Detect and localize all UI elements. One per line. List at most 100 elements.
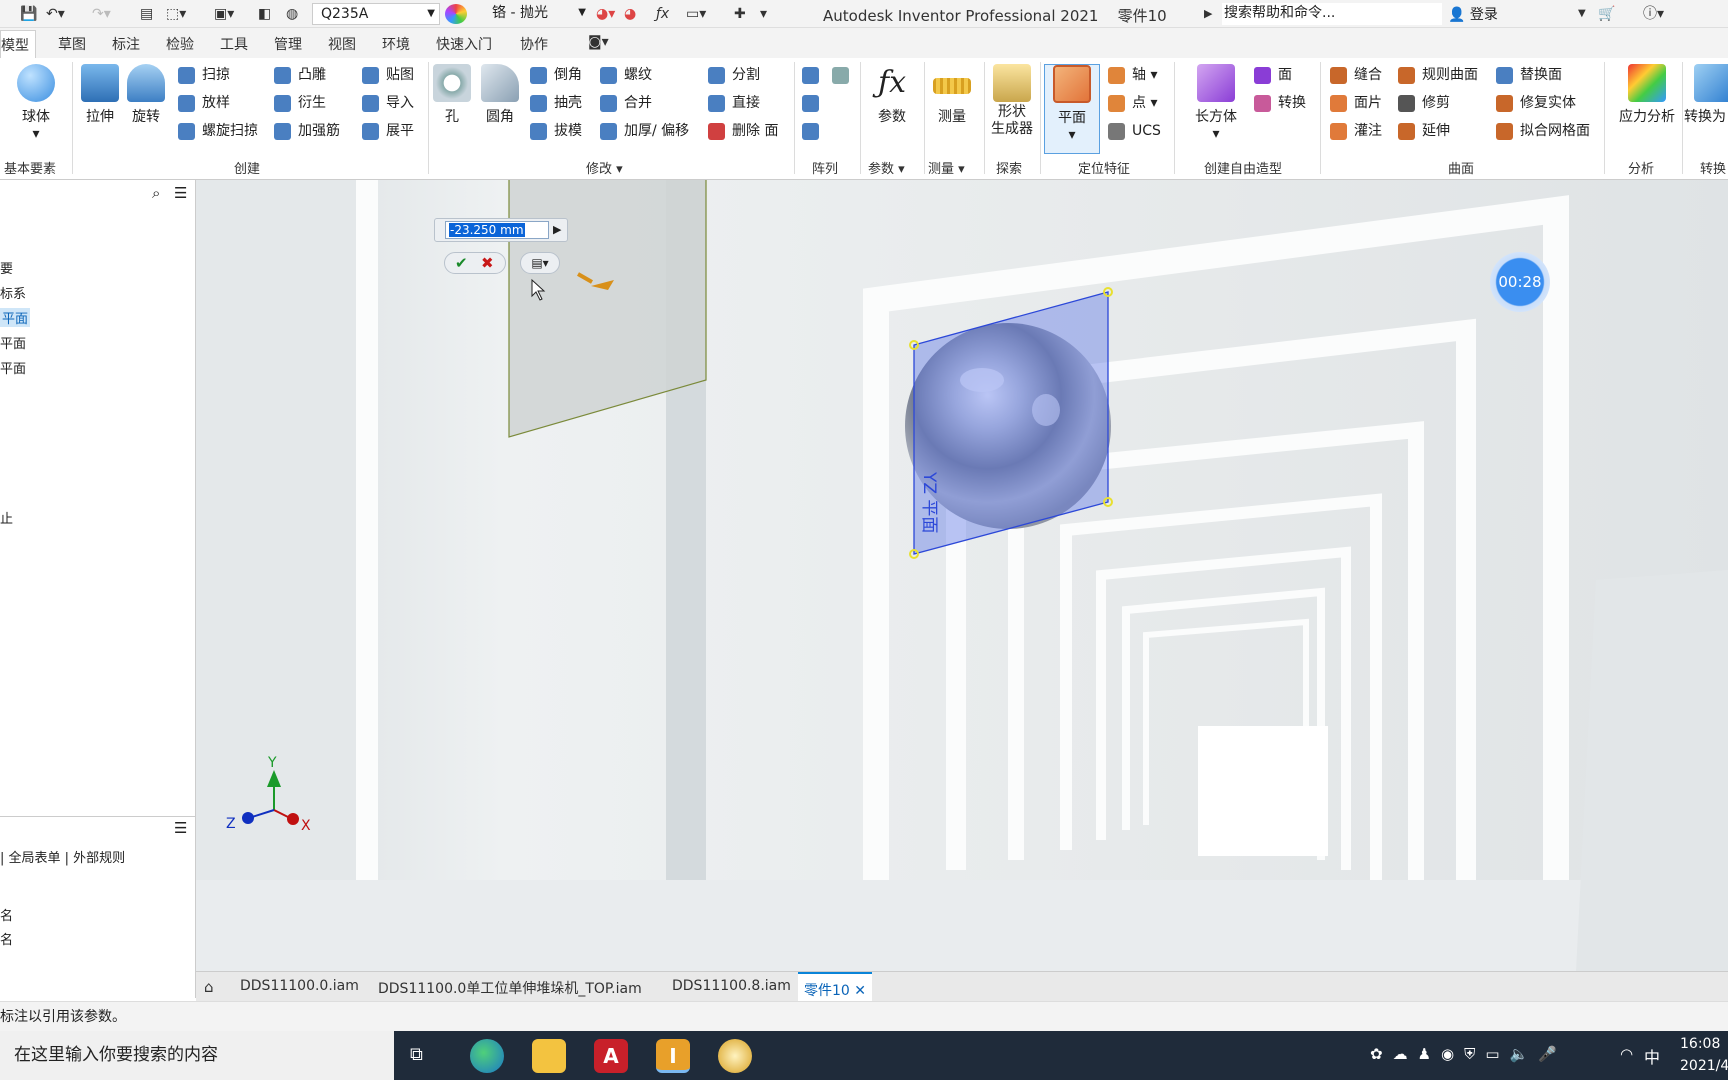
thread-button[interactable]: 螺纹: [600, 64, 652, 86]
group-params[interactable]: 参数 ▾: [868, 158, 905, 177]
chevron-right-icon[interactable]: ▶: [1204, 4, 1212, 24]
measure-button[interactable]: 测量: [926, 64, 978, 126]
shell-button[interactable]: 抽壳: [530, 92, 582, 114]
doc-tab[interactable]: DDS11100.0.iam: [240, 978, 359, 994]
tab-environments[interactable]: 环境: [382, 34, 410, 54]
chevron-down-icon[interactable]: ▼: [1578, 4, 1586, 24]
undo-icon[interactable]: ↶▾: [46, 4, 65, 24]
tab-inspect[interactable]: 检验: [166, 34, 194, 54]
doc-tab-active[interactable]: 零件10 ✕: [798, 972, 873, 1002]
clock[interactable]: 16:08 2021/4: [1680, 1033, 1728, 1077]
menu-icon[interactable]: ☰: [174, 184, 187, 202]
options-dropdown-icon[interactable]: ▤▾: [520, 252, 560, 274]
update-icon[interactable]: ▣▾: [214, 4, 234, 24]
tab-model[interactable]: 模型: [0, 30, 36, 58]
split-button[interactable]: 分割: [708, 64, 760, 86]
tab-manage[interactable]: 管理: [274, 34, 302, 54]
taskbar-search-input[interactable]: 在这里输入你要搜索的内容: [0, 1031, 394, 1080]
emboss-button[interactable]: 凸雕: [274, 64, 326, 86]
file-explorer-icon[interactable]: [532, 1039, 566, 1073]
mirror-icon[interactable]: [832, 64, 856, 86]
pattern-rect-icon[interactable]: [802, 64, 826, 86]
tab-get-started[interactable]: 快速入门: [436, 34, 492, 54]
save-icon[interactable]: 💾: [20, 4, 37, 24]
sweep-button[interactable]: 扫掠: [178, 64, 230, 86]
list-item[interactable]: 名: [0, 929, 13, 948]
pattern-circ-icon[interactable]: [802, 92, 826, 114]
app-icon[interactable]: [718, 1039, 752, 1073]
extrude-button[interactable]: 拉伸: [74, 64, 126, 126]
thicken-button[interactable]: 加厚/ 偏移: [600, 120, 689, 142]
yz-plane[interactable]: [913, 291, 1109, 555]
fit-mesh-face-button[interactable]: 拟合网格面: [1496, 120, 1590, 142]
sign-in-button[interactable]: 👤 登录: [1448, 4, 1498, 24]
coil-button[interactable]: 螺旋扫掠: [178, 120, 258, 142]
measure-icon[interactable]: ▭▾: [686, 4, 706, 24]
edge-icon[interactable]: [470, 1039, 504, 1073]
tray-icons[interactable]: ✿☁♟◉⛨▭🔈🎤: [1370, 1045, 1567, 1063]
replace-face-button[interactable]: 替换面: [1496, 64, 1562, 86]
fillet-button[interactable]: 圆角: [474, 64, 526, 126]
material-select[interactable]: Q235A ▼: [312, 3, 440, 25]
derive-button[interactable]: 衍生: [274, 92, 326, 114]
ok-check-icon[interactable]: ✔: [455, 254, 468, 272]
point-button[interactable]: 点 ▾: [1108, 92, 1157, 114]
adjust-icon[interactable]: ◕: [624, 4, 636, 24]
draft-button[interactable]: 拔模: [530, 120, 582, 142]
repair-bodies-button[interactable]: 修复实体: [1496, 92, 1576, 114]
material-sphere-icon[interactable]: ◍: [286, 4, 298, 24]
customize-icon[interactable]: ▾: [760, 4, 767, 24]
stress-analysis-button[interactable]: 应力分析: [1612, 64, 1682, 126]
convert-to-button[interactable]: 转换为: [1684, 64, 1728, 126]
tab-collaborate[interactable]: 协作: [520, 34, 548, 54]
select-icon[interactable]: ⬚▾: [166, 4, 186, 24]
task-view-icon[interactable]: ⧉: [410, 1044, 423, 1065]
revolve-button[interactable]: 旋转: [120, 64, 172, 126]
ucs-button[interactable]: UCS: [1108, 120, 1161, 142]
trim-button[interactable]: 修剪: [1398, 92, 1450, 114]
hole-button[interactable]: 孔: [426, 64, 478, 126]
autocad-icon[interactable]: A: [594, 1039, 628, 1073]
browser-item-yz-plane[interactable]: 平面: [0, 308, 31, 327]
browser-item-end[interactable]: 止: [0, 508, 13, 527]
shape-generator-button[interactable]: 形状 生成器: [984, 64, 1040, 138]
tab-view[interactable]: 视图: [328, 34, 356, 54]
browser-item[interactable]: 要: [0, 258, 13, 277]
group-measure[interactable]: 测量 ▾: [928, 158, 965, 177]
list-item[interactable]: 名: [0, 905, 13, 924]
ribbon-options-icon[interactable]: ◙▾: [588, 34, 609, 50]
redo-icon[interactable]: ↷▾: [92, 4, 111, 24]
direct-button[interactable]: 直接: [708, 92, 760, 114]
tab-tools[interactable]: 工具: [220, 34, 248, 54]
appearance-select[interactable]: 铬 - 抛光 ▼: [472, 3, 592, 25]
rib-button[interactable]: 加强筋: [274, 120, 340, 142]
pattern-sketch-icon[interactable]: [802, 120, 826, 142]
patch-button[interactable]: 面片: [1330, 92, 1382, 114]
face-button[interactable]: 面: [1254, 64, 1292, 86]
combine-button[interactable]: 合并: [600, 92, 652, 114]
extend-button[interactable]: 延伸: [1398, 120, 1450, 142]
browser-item-xz-plane[interactable]: 平面: [0, 333, 26, 352]
clear-appearance-icon[interactable]: ◕▾: [596, 4, 615, 24]
tab-annotate[interactable]: 标注: [112, 34, 140, 54]
offset-input[interactable]: -23.250 mm: [445, 221, 549, 239]
import-button[interactable]: 导入: [362, 92, 414, 114]
close-icon[interactable]: ✕: [854, 983, 866, 999]
form-icon[interactable]: ▤: [140, 4, 153, 24]
sphere-button[interactable]: 球体 ▾: [10, 64, 62, 142]
fx-icon[interactable]: ƒx: [656, 4, 669, 24]
search-icon[interactable]: ⌕: [152, 184, 160, 202]
loft-button[interactable]: 放样: [178, 92, 230, 114]
decal-button[interactable]: 贴图: [362, 64, 414, 86]
wifi-icon[interactable]: ◠: [1620, 1045, 1633, 1063]
menu-icon[interactable]: ☰: [174, 819, 187, 837]
panel-tabs[interactable]: | 全局表单 | 外部规则: [0, 847, 125, 866]
stitch-button[interactable]: 缝合: [1330, 64, 1382, 86]
delete-face-button[interactable]: 删除 面: [708, 120, 778, 142]
appearance-icon[interactable]: ◧: [258, 4, 271, 24]
chamfer-button[interactable]: 倒角: [530, 64, 582, 86]
unfold-button[interactable]: 展平: [362, 120, 414, 142]
graphics-viewport[interactable]: YZ 平面 Y X Z -23.250 mm ▶ ✔ ✖ ▤▾ 00:28: [196, 180, 1728, 971]
help-search-input[interactable]: 搜索帮助和命令...: [1222, 3, 1442, 25]
convert-button[interactable]: 转换: [1254, 92, 1306, 114]
